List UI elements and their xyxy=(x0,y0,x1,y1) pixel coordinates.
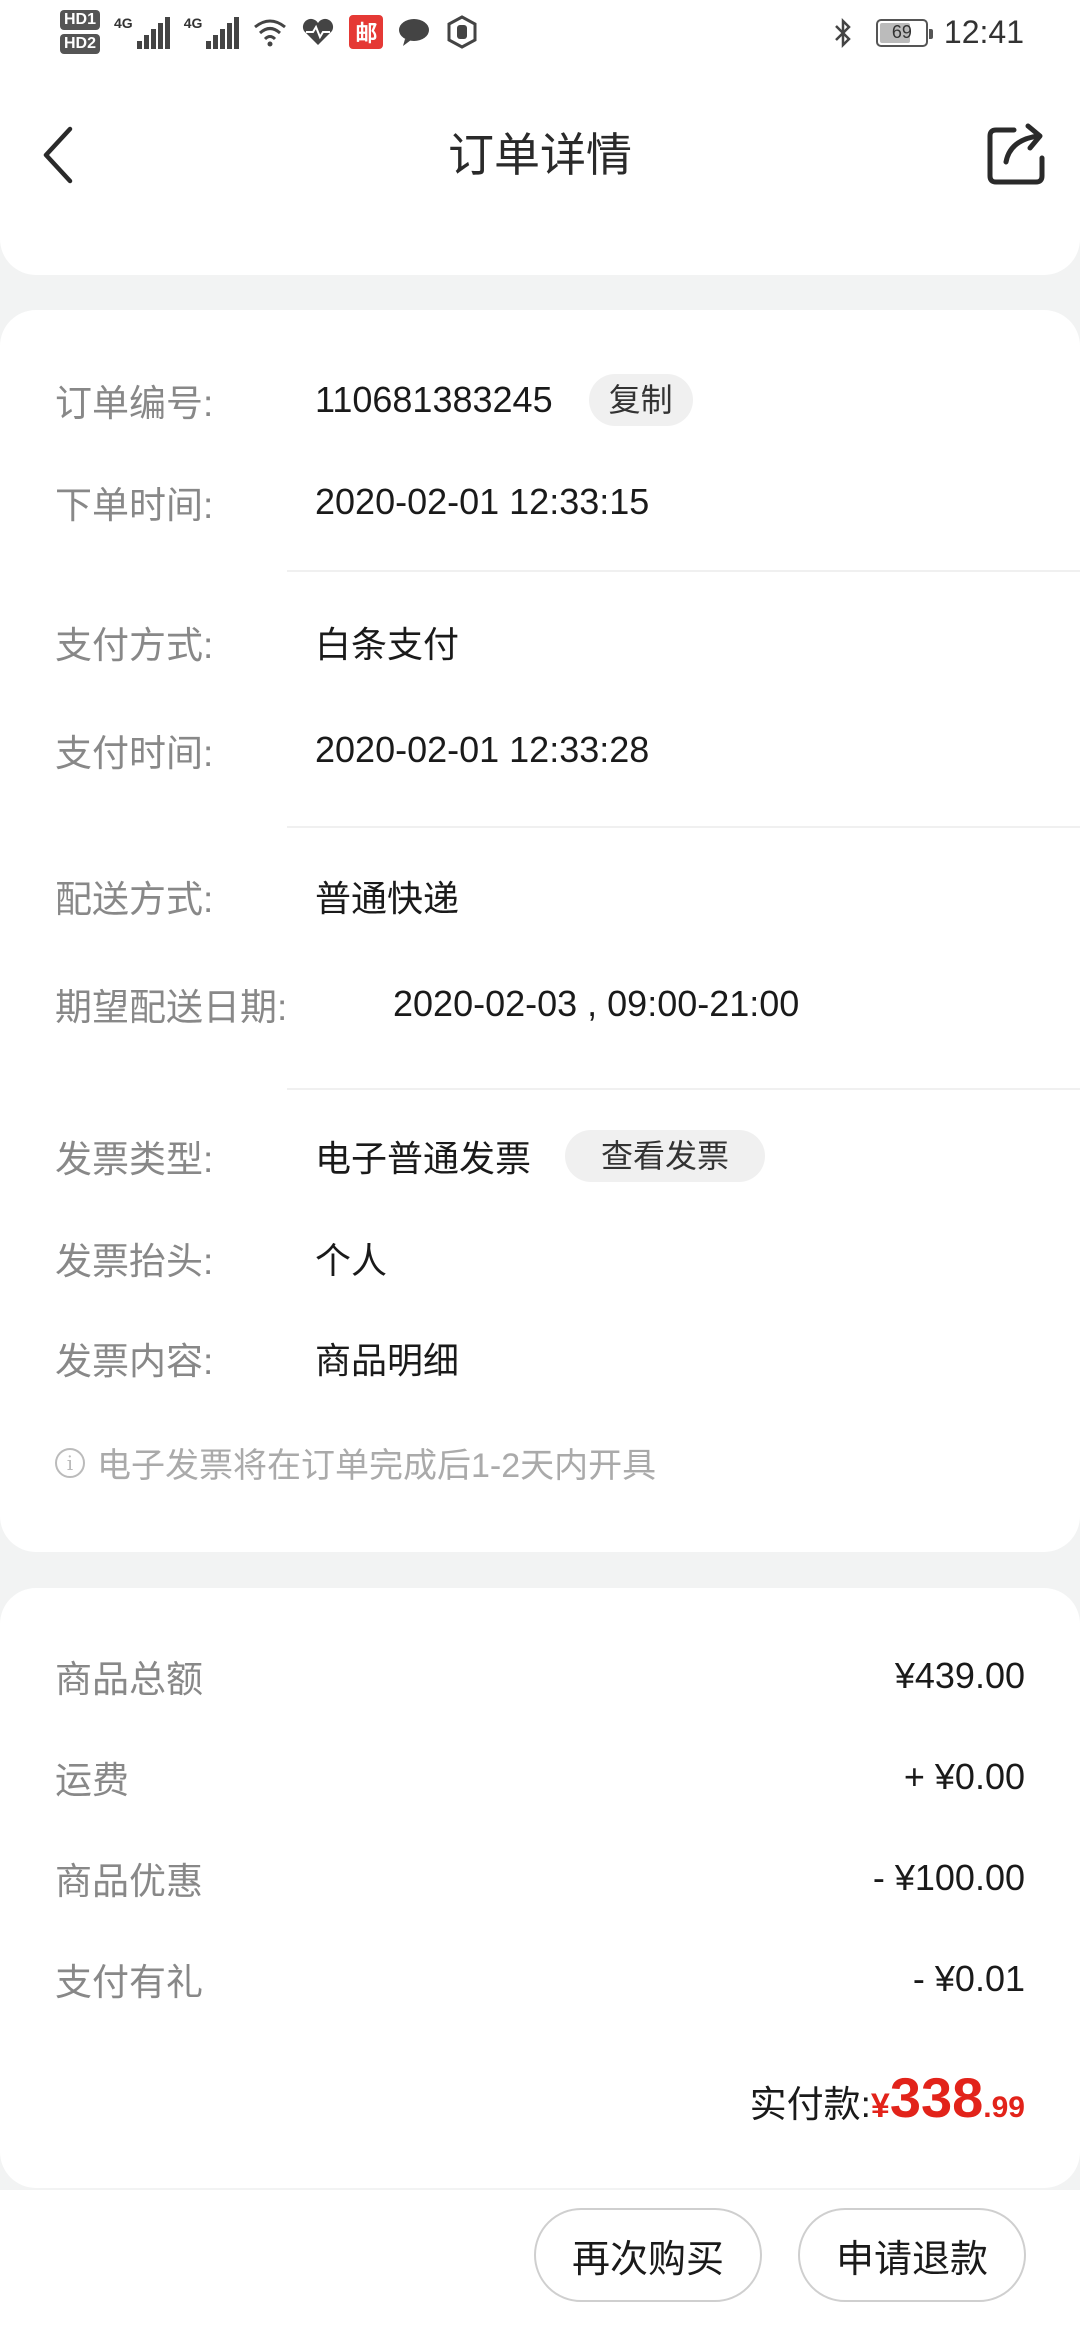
invoice-title: 个人 xyxy=(315,1240,388,1281)
invoice-content-row: 发票内容: 商品明细 xyxy=(55,1328,1080,1388)
order-info-card: 订单编号: 110681383245 复制 下单时间: 2020-02-01 1… xyxy=(0,310,1080,1552)
invoice-note-text: 电子发票将在订单完成后1-2天内开具 xyxy=(97,1447,657,1485)
invoice-type-row: 发票类型: 电子普通发票 查看发票 xyxy=(55,1126,1080,1186)
network-type-2: 4G xyxy=(183,15,203,31)
status-left: HD1 HD2 4G 4G 邮 xyxy=(60,10,479,54)
currency-symbol: ¥ xyxy=(870,2087,890,2125)
info-icon: i xyxy=(55,1447,85,1478)
share-icon xyxy=(987,123,1045,185)
status-right: 69 12:41 xyxy=(826,14,1024,51)
invoice-note: i 电子发票将在订单完成后1-2天内开具 xyxy=(55,1438,656,1487)
pay-time-row: 支付时间: 2020-02-01 12:33:28 xyxy=(55,720,1080,780)
paid-integer: 338 xyxy=(889,2066,984,2129)
order-number-row: 订单编号: 110681383245 复制 xyxy=(55,370,1080,430)
health-heart-icon xyxy=(301,15,335,49)
pay-method-row: 支付方式: 白条支付 xyxy=(55,612,1080,672)
price-label: 支付有礼 xyxy=(55,1962,203,2003)
wifi-icon xyxy=(253,15,287,49)
copy-button[interactable]: 复制 xyxy=(588,374,693,426)
price-value: + ¥0.00 xyxy=(903,1756,1025,1797)
order-time-label: 下单时间: xyxy=(55,485,214,526)
price-row: 运费 + ¥0.00 xyxy=(55,1747,1025,1807)
signal-icon-1: 4G xyxy=(114,15,170,49)
delivery-method-label: 配送方式: xyxy=(55,879,214,920)
delivery-method: 普通快递 xyxy=(315,878,460,919)
invoice-content-label: 发票内容: xyxy=(55,1341,214,1382)
invoice-title-row: 发票抬头: 个人 xyxy=(55,1228,1080,1288)
price-value: ¥439.00 xyxy=(894,1655,1025,1696)
pay-time-label: 支付时间: xyxy=(55,733,214,774)
invoice-type-value-group: 电子普通发票 查看发票 xyxy=(315,1130,766,1182)
paid-label: 实付款: xyxy=(749,2084,871,2125)
divider xyxy=(287,1088,1080,1090)
order-time-row: 下单时间: 2020-02-01 12:33:15 xyxy=(55,472,1080,532)
price-summary-card: 商品总额 ¥439.00 运费 + ¥0.00 商品优惠 - ¥100.00 支… xyxy=(0,1588,1080,2188)
delivery-method-row: 配送方式: 普通快递 xyxy=(55,866,1080,926)
order-time: 2020-02-01 12:33:15 xyxy=(315,481,650,522)
order-number-label: 订单编号: xyxy=(55,383,214,424)
pay-method: 白条支付 xyxy=(315,624,460,665)
order-number: 110681383245 xyxy=(315,379,553,420)
battery-level: 69 xyxy=(891,22,912,42)
hand-hexagon-icon xyxy=(445,15,479,49)
divider xyxy=(287,570,1080,572)
hd-indicator: HD1 HD2 xyxy=(60,10,101,54)
network-type-1: 4G xyxy=(114,15,133,31)
divider xyxy=(287,826,1080,828)
paid-amount: 实付款: ¥ 338 .99 xyxy=(750,2065,1025,2130)
battery-icon: 69 xyxy=(875,18,933,47)
invoice-content: 商品明细 xyxy=(315,1340,460,1381)
price-row: 支付有礼 - ¥0.01 xyxy=(55,1949,1025,2009)
mail-app-icon: 邮 xyxy=(349,15,384,49)
hd1-label: HD1 xyxy=(60,10,101,30)
bottom-action-bar: 再次购买 申请退款 xyxy=(0,2190,1080,2340)
expected-date: 2020-02-03 , 09:00-21:00 xyxy=(393,983,800,1024)
share-button[interactable] xyxy=(982,120,1052,190)
invoice-type-label: 发票类型: xyxy=(55,1139,214,1180)
order-detail-page: HD1 HD2 4G 4G 邮 69 12:41 订单详情 订单编号: 1106… xyxy=(0,0,1080,2340)
order-number-value-group: 110681383245 复制 xyxy=(315,374,693,426)
refund-button[interactable]: 申请退款 xyxy=(798,2208,1026,2302)
price-label: 运费 xyxy=(55,1760,129,1801)
invoice-type: 电子普通发票 xyxy=(315,1138,532,1179)
expected-date-label: 期望配送日期: xyxy=(55,987,288,1028)
signal-icon-2: 4G xyxy=(184,15,240,49)
paid-decimal: .99 xyxy=(983,2091,1025,2124)
page-title: 订单详情 xyxy=(448,129,632,181)
hd2-label: HD2 xyxy=(60,34,101,54)
nav-header: 订单详情 xyxy=(0,80,1080,275)
view-invoice-button[interactable]: 查看发票 xyxy=(565,1130,766,1182)
clock: 12:41 xyxy=(943,14,1024,50)
expected-date-row: 期望配送日期: 2020-02-03 , 09:00-21:00 xyxy=(55,974,1080,1034)
bluetooth-icon xyxy=(826,16,860,50)
price-row: 商品优惠 - ¥100.00 xyxy=(55,1848,1025,1908)
pay-time: 2020-02-01 12:33:28 xyxy=(315,729,650,770)
chat-bubble-icon xyxy=(397,15,431,49)
price-row: 商品总额 ¥439.00 xyxy=(55,1646,1025,1706)
invoice-title-label: 发票抬头: xyxy=(55,1241,214,1282)
status-bar: HD1 HD2 4G 4G 邮 69 12:41 xyxy=(0,0,1080,80)
price-label: 商品优惠 xyxy=(55,1861,203,1902)
price-value: - ¥0.01 xyxy=(912,1958,1025,1999)
rebuy-button[interactable]: 再次购买 xyxy=(534,2208,762,2302)
pay-method-label: 支付方式: xyxy=(55,625,214,666)
price-label: 商品总额 xyxy=(55,1659,203,1700)
price-value: - ¥100.00 xyxy=(872,1857,1025,1898)
